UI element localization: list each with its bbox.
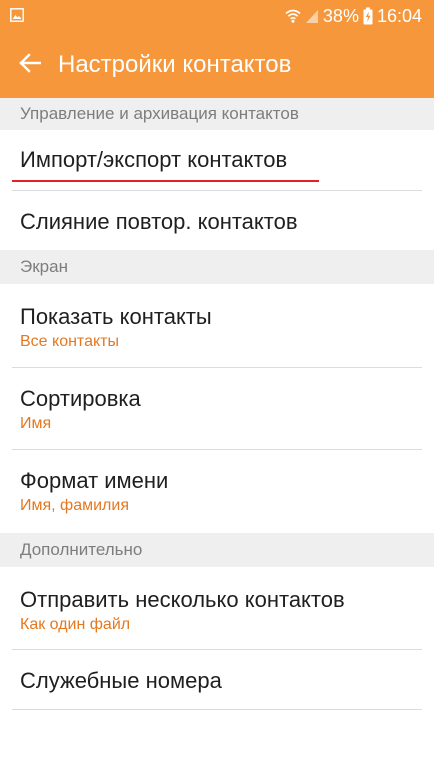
settings-item-label: Формат имени	[20, 468, 169, 493]
settings-item-label: Показать контакты	[20, 304, 212, 329]
settings-item-value: Как один файл	[20, 616, 131, 633]
wifi-icon	[285, 8, 301, 24]
app-bar: Настройки контактов	[0, 32, 434, 98]
battery-charging-icon	[363, 7, 373, 25]
section-header-display: Экран	[0, 250, 434, 284]
battery-percent: 38%	[322, 5, 359, 26]
settings-item-label: Импорт/экспорт контактов	[20, 147, 288, 172]
settings-item-value: Имя	[20, 415, 52, 432]
settings-item-label: Слияние повтор. контактов	[20, 209, 298, 234]
status-bar: 38% 16:04	[0, 0, 434, 32]
highlight-underline	[12, 180, 319, 182]
settings-item-merge-duplicates[interactable]: Слияние повтор. контактов	[0, 191, 434, 250]
settings-item-service-numbers[interactable]: Служебные номера	[0, 650, 434, 709]
settings-item-label: Отправить несколько контактов	[20, 587, 345, 612]
settings-item-send-multiple[interactable]: Отправить несколько контактов Как один ф…	[0, 567, 434, 649]
settings-item-label: Служебные номера	[20, 668, 222, 693]
back-button[interactable]	[14, 49, 46, 81]
back-arrow-icon	[19, 52, 42, 78]
section-header-additional: Дополнительно	[0, 533, 434, 567]
signal-icon	[305, 8, 319, 24]
page-title: Настройки контактов	[58, 51, 292, 78]
settings-item-sort[interactable]: Сортировка Имя	[0, 368, 434, 449]
settings-item-label: Сортировка	[20, 386, 141, 411]
settings-item-value: Все контакты	[20, 333, 119, 350]
settings-item-show-contacts[interactable]: Показать контакты Все контакты	[0, 284, 434, 367]
section-header-management: Управление и архивация контактов	[0, 98, 434, 130]
settings-item-value: Имя, фамилия	[20, 497, 129, 514]
divider	[12, 709, 422, 710]
gallery-icon	[10, 8, 24, 22]
clock: 16:04	[376, 5, 422, 26]
settings-item-name-format[interactable]: Формат имени Имя, фамилия	[0, 450, 434, 533]
